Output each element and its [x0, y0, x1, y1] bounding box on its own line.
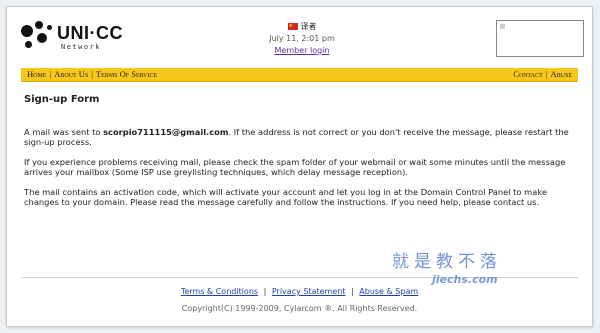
- page-container: UNI·CC Network 译者 July 11, 2:01 pm Membe…: [6, 6, 593, 327]
- nav-separator: |: [91, 69, 93, 79]
- main-navigation: Home | About Us | Terms Of Service Contact | A…: [21, 68, 578, 82]
- nav-contact-link[interactable]: Contact: [513, 69, 543, 79]
- watermark-url: jiechs.com: [432, 273, 498, 286]
- logo-text: UNI·CC: [57, 23, 123, 43]
- language-selector[interactable]: 译者: [227, 20, 377, 33]
- logo-dot-icon: [35, 21, 43, 29]
- header-info: 译者 July 11, 2:01 pm Member login: [227, 20, 377, 57]
- main-content: Sign-up Form A mail was sent to scorpio7…: [24, 94, 576, 217]
- site-logo[interactable]: UNI·CC Network: [21, 21, 131, 59]
- activation-info-paragraph: The mail contains an activation code, wh…: [24, 186, 547, 208]
- logo-dot-icon: [37, 33, 47, 43]
- logo-dot-icon: [21, 25, 33, 37]
- confirmation-paragraph: A mail was sent to scorpio711115@gmail.c…: [24, 127, 576, 148]
- copyright-text: Copyright(C) 1999-2009, Cylarcom ®. All …: [181, 304, 418, 313]
- terms-conditions-link[interactable]: Terms & Conditions: [181, 287, 258, 296]
- header: UNI·CC Network 译者 July 11, 2:01 pm Membe…: [7, 7, 592, 69]
- logo-dot-icon: [47, 25, 52, 30]
- nav-about-us-link[interactable]: About Us: [54, 69, 88, 79]
- image-placeholder: [496, 20, 584, 57]
- current-date: July 11, 2:01 pm: [269, 34, 335, 43]
- nav-abuse-link[interactable]: Abuse: [551, 69, 572, 79]
- footer-links: Terms & Conditions | Privacy Statement |…: [7, 287, 592, 296]
- recipient-email: scorpio711115@gmail.com: [103, 126, 229, 137]
- watermark-text: 就是教不落: [392, 252, 502, 272]
- china-flag-icon: [287, 20, 298, 32]
- confirmation-prefix: A mail was sent to: [24, 126, 104, 137]
- logo-subtext: Network: [61, 43, 102, 51]
- logo-dot-icon: [25, 41, 32, 48]
- footer-separator: |: [351, 287, 354, 296]
- nav-separator: |: [49, 69, 52, 79]
- footer-separator: |: [263, 287, 267, 296]
- mail-problems-paragraph: If you experience problems receiving mai…: [24, 156, 566, 178]
- privacy-statement-link[interactable]: Privacy Statement: [272, 287, 346, 296]
- member-login-link[interactable]: Member login: [275, 46, 330, 55]
- page-title: Sign-up Form: [24, 94, 100, 105]
- language-label: 译者: [300, 22, 317, 31]
- nav-terms-of-service-link[interactable]: Terms Of Service: [96, 69, 157, 79]
- nav-separator: |: [545, 69, 548, 79]
- nav-home-link[interactable]: Home: [27, 69, 46, 79]
- abuse-spam-link[interactable]: Abuse & Spam: [359, 287, 418, 296]
